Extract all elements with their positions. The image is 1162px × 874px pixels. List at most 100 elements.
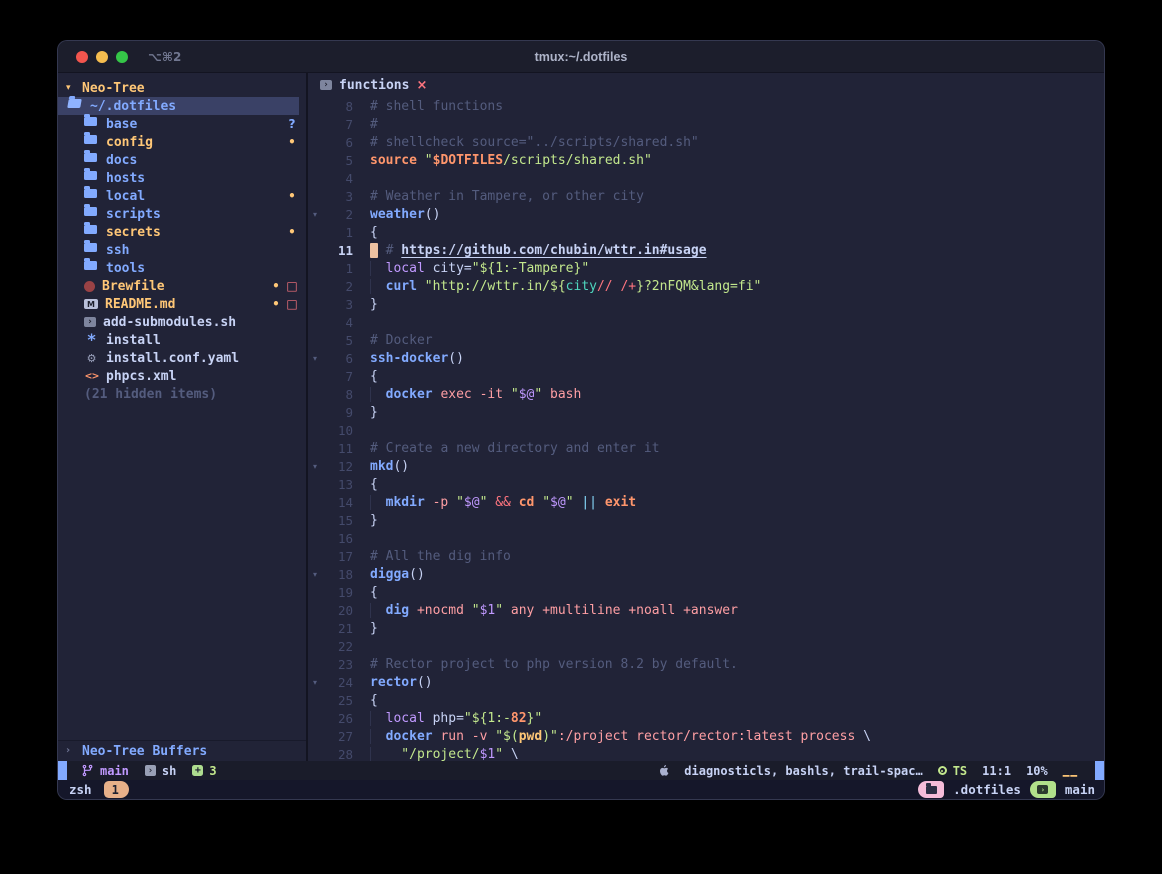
code-line[interactable]: 25 { [308,691,1104,709]
tree-item-config[interactable]: config• [58,133,306,151]
git-badge: › [1030,781,1056,798]
tmux-branch-label: main [1065,782,1095,797]
tree-item-phpcs.xml[interactable]: <>phpcs.xml [58,367,306,385]
treesitter-icon [938,766,947,775]
code-line[interactable]: ▾12mkd() [308,457,1104,475]
code-line[interactable]: 27 docker run -v "$(pwd)":/project recto… [308,727,1104,745]
tree-item-ssh[interactable]: ssh [58,241,306,259]
code-line[interactable]: 11 # https://github.com/chubin/wttr.in#u… [308,241,1104,259]
code-line[interactable]: 15} [308,511,1104,529]
staged-square-badge: □ [284,279,300,293]
code-line[interactable]: 4 [308,313,1104,331]
folder-icon [926,786,937,794]
code-line[interactable]: 17# All the dig info [308,547,1104,565]
folder-open-icon [67,99,82,108]
line-number: 19 [323,585,353,600]
tree-item-label: install.conf.yaml [106,351,239,366]
tree-item-label: base [106,117,137,132]
code-line[interactable]: 1 local city="${1:-Tampere}" [308,259,1104,277]
neo-tree-title: Neo-Tree [82,81,145,96]
code-line[interactable]: 16 [308,529,1104,547]
fold-chevron-icon[interactable]: ▾ [308,678,323,687]
tree-item-install[interactable]: *install [58,331,306,349]
folder-icon [84,153,97,162]
line-number: 24 [323,675,353,690]
code-text: { [370,477,378,492]
code-line[interactable]: 20 dig +nocmd "$1" any +multiline +noall… [308,601,1104,619]
folder-icon [84,189,97,198]
code-line[interactable]: 6# shellcheck source="../scripts/shared.… [308,133,1104,151]
tree-item-base[interactable]: base? [58,115,306,133]
code-line[interactable]: 14 mkdir -p "$@" && cd "$@" || exit [308,493,1104,511]
untracked-badge: ? [284,117,300,131]
code-line[interactable]: 13{ [308,475,1104,493]
tree-item-install.conf.yaml[interactable]: ⚙install.conf.yaml [58,349,306,367]
folder-icon [84,117,97,126]
tree-item-brewfile[interactable]: Brewfile•□ [58,277,306,295]
fold-chevron-icon[interactable]: ▾ [308,570,323,579]
code-line[interactable]: 8 docker exec -it "$@" bash [308,385,1104,403]
tmux-window-index-badge[interactable]: 1 [104,781,129,798]
code-line[interactable]: 19{ [308,583,1104,601]
code-line[interactable]: ▾24rector() [308,673,1104,691]
code-line[interactable]: ▾6ssh-docker() [308,349,1104,367]
neo-tree-buffers-section[interactable]: › Neo-Tree Buffers [58,740,306,761]
tree-item-add-submodules.sh[interactable]: ›add-submodules.sh [58,313,306,331]
line-number: 20 [323,603,353,618]
line-number: 2 [323,207,353,222]
tree-item-docs[interactable]: docs [58,151,306,169]
code-line[interactable]: 3# Weather in Tampere, or other city [308,187,1104,205]
fold-chevron-icon[interactable]: ▾ [308,210,323,219]
shell-file-icon: › [145,765,156,776]
tree-item-secrets[interactable]: secrets• [58,223,306,241]
code-line[interactable]: 23# Rector project to php version 8.2 by… [308,655,1104,673]
code-line[interactable]: 8# shell functions [308,97,1104,115]
tree-item-tools[interactable]: tools [58,259,306,277]
buffer-tab-label[interactable]: functions [339,78,409,93]
code-text: local php="${1:-82}" [370,711,542,726]
code-line[interactable]: 2 curl "http://wttr.in/${city// /+}?2nFQ… [308,277,1104,295]
code-line[interactable]: 1{ [308,223,1104,241]
apple-logo-icon [658,764,669,777]
code-line[interactable]: 4 [308,169,1104,187]
code-text: # Create a new directory and enter it [370,441,660,456]
tree-item-scripts[interactable]: scripts [58,205,306,223]
close-buffer-icon[interactable]: × [416,78,427,93]
folder-icon [84,225,97,234]
code-line[interactable]: 26 local php="${1:-82}" [308,709,1104,727]
tree-item-hosts[interactable]: hosts [58,169,306,187]
code-text: # [370,117,378,132]
tree-item-readme.md[interactable]: MREADME.md•□ [58,295,306,313]
fold-chevron-icon[interactable]: ▾ [308,354,323,363]
fold-chevron-icon[interactable]: ▾ [308,462,323,471]
titlebar[interactable]: ⌥⌘2 tmux:~/.dotfiles [58,41,1104,73]
code-line[interactable]: 21} [308,619,1104,637]
tree-item--21-hidden-items-[interactable]: (21 hidden items) [58,385,306,403]
code-line[interactable]: 28 "/project/$1" \ [308,745,1104,761]
code-line[interactable]: 10 [308,421,1104,439]
code-buffer[interactable]: 8# shell functions7#6# shellcheck source… [308,97,1104,761]
scrollbar-marks: ▁▁ [1063,764,1078,777]
code-line[interactable]: 5# Docker [308,331,1104,349]
code-line[interactable]: 22 [308,637,1104,655]
code-line[interactable]: 3} [308,295,1104,313]
star-icon: * [84,334,99,346]
code-line[interactable]: 9} [308,403,1104,421]
tree-item-local[interactable]: local• [58,187,306,205]
markdown-icon: M [84,299,98,309]
code-line[interactable]: 5source "$DOTFILES/scripts/shared.sh" [308,151,1104,169]
tree-item-~-.dotfiles[interactable]: ~/.dotfiles [58,97,299,115]
tree-item-label: scripts [106,207,161,222]
code-line[interactable]: ▾18digga() [308,565,1104,583]
code-line[interactable]: ▾2weather() [308,205,1104,223]
code-line[interactable]: 7{ [308,367,1104,385]
cursor-block [370,243,378,258]
code-line[interactable]: 7# [308,115,1104,133]
code-text: # Weather in Tampere, or other city [370,189,644,204]
tree-item-label: (21 hidden items) [84,387,217,402]
code-text: # shellcheck source="../scripts/shared.s… [370,135,699,150]
code-line[interactable]: 11# Create a new directory and enter it [308,439,1104,457]
line-number: 25 [323,693,353,708]
line-number: 23 [323,657,353,672]
code-text: { [370,693,378,708]
